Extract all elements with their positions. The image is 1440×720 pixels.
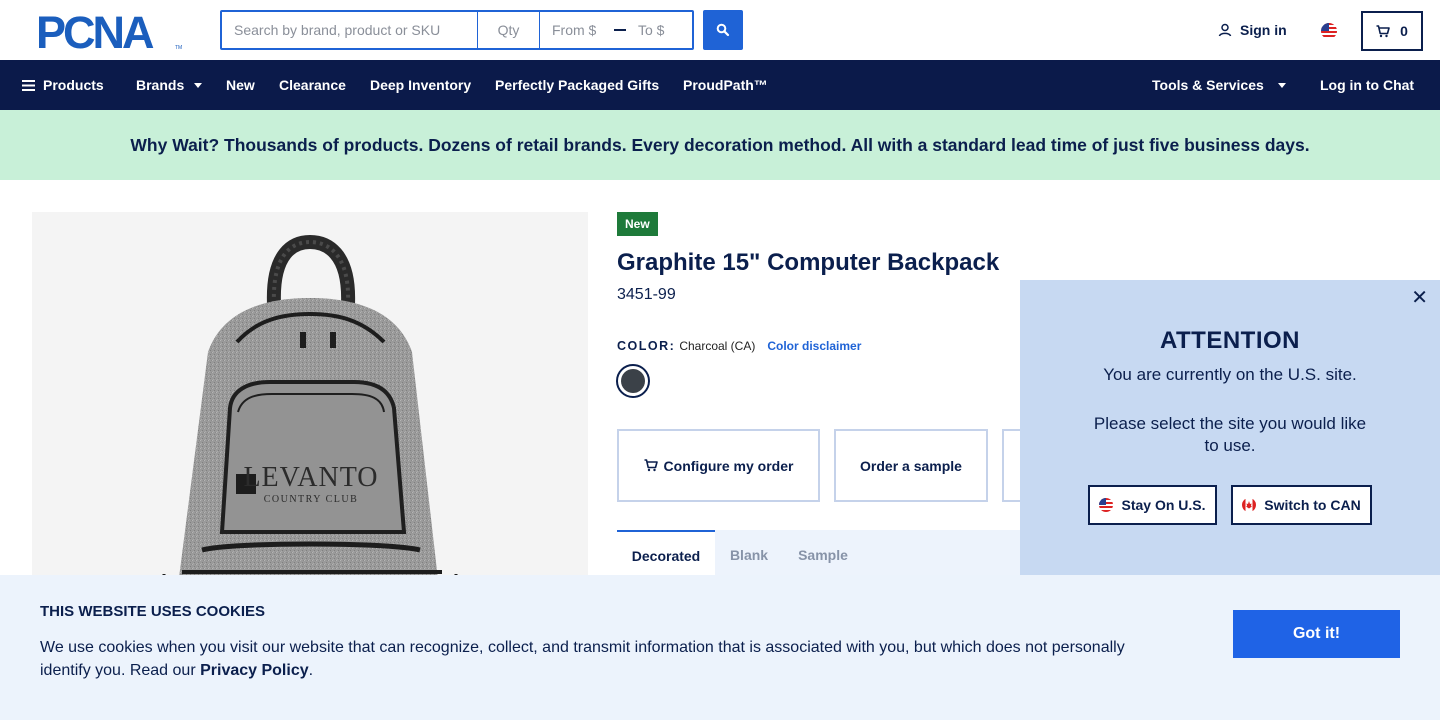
main-nav: Products Brands New Clearance Deep Inven… <box>0 60 1440 110</box>
tab-sample-label: Sample <box>798 547 848 563</box>
color-row: COLOR: Charcoal (CA) Color disclaimer <box>617 339 861 353</box>
modal-current-site-text: You are currently on the U.S. site. <box>1103 365 1357 384</box>
cart-count: 0 <box>1400 23 1408 39</box>
nav-deep-inventory[interactable]: Deep Inventory <box>370 60 471 110</box>
stay-us-label: Stay On U.S. <box>1121 497 1206 513</box>
switch-can-button[interactable]: Switch to CAN <box>1231 485 1372 525</box>
site-header: PCNA TM Sign in <box>0 0 1440 60</box>
nav-deep-inventory-label: Deep Inventory <box>370 77 472 93</box>
order-sample-label: Order a sample <box>860 457 962 474</box>
nav-proudpath[interactable]: ProudPath™ <box>683 60 768 110</box>
color-swatch-charcoal[interactable] <box>616 364 650 398</box>
color-label: COLOR: <box>617 339 676 353</box>
sign-in-link[interactable]: Sign in <box>1218 22 1287 38</box>
nav-brands[interactable]: Brands <box>136 60 203 110</box>
nav-products-label: Products <box>43 77 104 93</box>
tab-decorated[interactable]: Decorated <box>617 530 715 580</box>
qty-input[interactable] <box>478 12 540 48</box>
tab-sample[interactable]: Sample <box>783 530 863 580</box>
switch-can-label: Switch to CAN <box>1264 497 1361 513</box>
svg-text:TM: TM <box>175 45 182 50</box>
price-range-dash <box>614 29 626 31</box>
color-value: Charcoal (CA) <box>679 339 756 353</box>
hamburger-icon <box>22 79 35 91</box>
chevron-down-icon <box>194 82 203 88</box>
user-icon <box>1218 23 1232 37</box>
cart-icon <box>1376 24 1390 37</box>
order-sample-button[interactable]: Order a sample <box>834 429 988 502</box>
tab-blank-label: Blank <box>729 547 769 563</box>
print-brand: LEVANTO <box>243 462 378 493</box>
print-sub: COUNTRY CLUB <box>264 494 359 505</box>
nav-new[interactable]: New <box>226 60 255 110</box>
stay-us-button[interactable]: Stay On U.S. <box>1088 485 1217 525</box>
search-group <box>220 10 694 50</box>
nav-products[interactable]: Products <box>22 60 104 110</box>
cart-button[interactable]: 0 <box>1361 11 1423 51</box>
cookie-banner: THIS WEBSITE USES COOKIES We use cookies… <box>0 575 1440 720</box>
modal-title: ATTENTION <box>1159 327 1301 354</box>
nav-new-label: New <box>226 77 255 93</box>
us-flag-icon <box>1099 498 1114 512</box>
new-badge: New <box>617 212 658 236</box>
nav-perfectly-packaged-gifts[interactable]: Perfectly Packaged Gifts <box>495 60 659 110</box>
canada-flag-icon <box>1242 498 1257 512</box>
sign-in-label: Sign in <box>1240 22 1287 38</box>
cookie-period: . <box>308 662 314 679</box>
search-icon <box>716 23 730 37</box>
modal-select-text: Please select the site you would like to… <box>1093 414 1367 455</box>
privacy-policy-link[interactable]: Privacy Policy <box>200 662 309 679</box>
search-button[interactable] <box>703 10 743 50</box>
configure-order-button[interactable]: Configure my order <box>617 429 820 502</box>
swatch-fill <box>621 369 645 393</box>
price-to-input[interactable] <box>626 12 692 48</box>
chevron-down-icon <box>1277 82 1286 88</box>
tab-blank[interactable]: Blank <box>715 530 783 580</box>
us-flag-icon[interactable] <box>1321 23 1337 39</box>
cookie-accept-button[interactable]: Got it! <box>1233 610 1400 658</box>
nav-clearance-label: Clearance <box>279 77 346 93</box>
cookie-text: We use cookies when you visit our websit… <box>40 636 1160 682</box>
nav-tools-services[interactable]: Tools & Services <box>1152 60 1286 110</box>
cookie-title: THIS WEBSITE USES COOKIES <box>40 603 266 620</box>
search-input[interactable] <box>222 12 478 48</box>
product-sku: 3451-99 <box>617 286 676 303</box>
nav-gifts-label: Perfectly Packaged Gifts <box>495 77 660 93</box>
promo-text: Why Wait? Thousands of products. Dozens … <box>130 134 1310 155</box>
tab-decorated-label: Decorated <box>631 548 701 564</box>
promo-banner: Why Wait? Thousands of products. Dozens … <box>0 110 1440 180</box>
nav-clearance[interactable]: Clearance <box>279 60 346 110</box>
pcna-logo[interactable]: PCNA TM <box>36 12 184 50</box>
nav-proudpath-label: ProudPath™ <box>683 77 768 93</box>
product-title: Graphite 15" Computer Backpack <box>617 249 1000 276</box>
nav-login-chat[interactable]: Log in to Chat <box>1320 60 1414 110</box>
color-disclaimer-link[interactable]: Color disclaimer <box>767 339 861 353</box>
price-from-input[interactable] <box>540 12 614 48</box>
country-select-modal: ✕ ATTENTION You are currently on the U.S… <box>1020 280 1440 580</box>
logo-text: PCNA <box>36 12 154 50</box>
nav-brands-label: Brands <box>136 77 185 93</box>
configure-label: Configure my order <box>663 457 794 474</box>
close-icon[interactable]: ✕ <box>1411 288 1428 308</box>
nav-chat-label: Log in to Chat <box>1320 77 1415 93</box>
cart-icon <box>644 459 658 472</box>
nav-tools-label: Tools & Services <box>1152 77 1264 93</box>
